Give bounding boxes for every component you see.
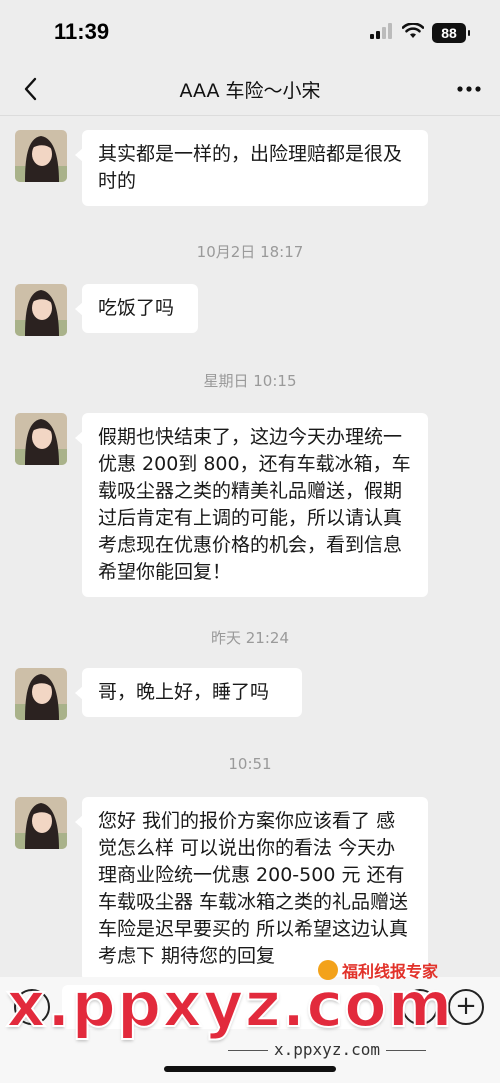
avatar[interactable] (15, 413, 67, 465)
chat-title: AAA 车险～小宋 (179, 80, 321, 102)
chevron-left-icon (24, 77, 37, 101)
avatar[interactable] (15, 284, 67, 336)
message-input[interactable] (62, 985, 380, 1029)
message-timestamp: 10月2日 18:17 (196, 243, 304, 261)
cellular-signal-icon (370, 23, 394, 43)
voice-input-button[interactable] (14, 989, 50, 1025)
chat-messages[interactable]: 其实都是一样的，出险理赔都是很及时的 10月2日 18:17 吃饭了吗 星期日 … (0, 117, 500, 977)
more-options-button[interactable] (452, 72, 486, 106)
message-timestamp: 星期日 10:15 (203, 372, 297, 390)
battery-level: 88 (441, 25, 457, 41)
chat-header: AAA 车险～小宋 (0, 62, 500, 116)
message-timestamp: 10:51 (228, 755, 272, 773)
home-indicator[interactable] (164, 1066, 336, 1072)
avatar[interactable] (15, 797, 67, 849)
status-bar: 11:39 88 (0, 0, 500, 62)
message-bubble[interactable]: 假期也快结束了，这边今天办理统一优惠 200到 800，还有车载冰箱，车载吸尘器… (75, 413, 428, 597)
more-actions-button[interactable]: + (448, 989, 484, 1025)
message-bubble[interactable]: 吃饭了吗 (75, 284, 198, 333)
message-bubble[interactable]: 您好 我们的报价方案你应该看了 感觉怎么样 可以说出你的看法 今天办理商业险统一… (75, 797, 428, 977)
back-button[interactable] (14, 72, 48, 106)
avatar[interactable] (15, 668, 67, 720)
message-timestamp: 昨天 21:24 (211, 629, 289, 647)
status-icons: 88 (370, 22, 470, 44)
message-bubble[interactable]: 哥，晚上好，睡了吗 (75, 668, 302, 717)
more-dots-icon (457, 86, 481, 92)
wifi-icon (401, 22, 425, 43)
avatar[interactable] (15, 130, 67, 182)
emoji-button[interactable] (402, 989, 438, 1025)
status-time: 11:39 (54, 19, 110, 44)
battery-icon: 88 (432, 23, 470, 43)
message-bubble[interactable]: 其实都是一样的，出险理赔都是很及时的 (75, 130, 428, 206)
